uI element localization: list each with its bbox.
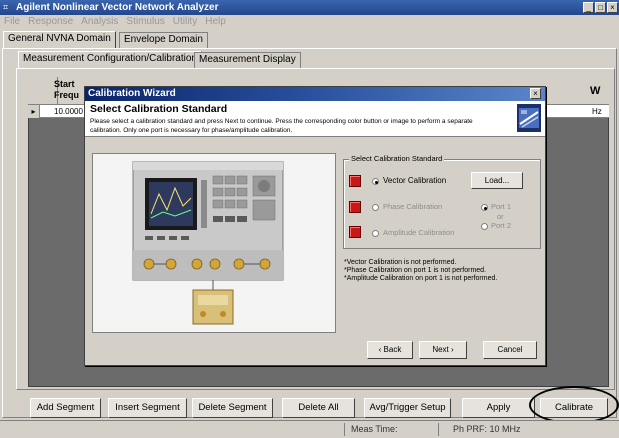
instrument-image[interactable]: [92, 153, 336, 333]
or-label: or: [497, 212, 504, 221]
cell-start-frequency[interactable]: 10.0000: [54, 106, 83, 117]
dialog-instructions: Please select a calibration standard and…: [90, 118, 473, 134]
menu-utility[interactable]: Utility: [169, 15, 201, 29]
dialog-heading: Select Calibration Standard: [90, 103, 228, 115]
menu-analysis[interactable]: Analysis: [77, 15, 122, 29]
calibration-wizard-dialog: Calibration Wizard × Select Calibration …: [84, 86, 546, 366]
close-icon[interactable]: ×: [607, 2, 618, 13]
port1-radio[interactable]: [481, 204, 488, 211]
column-header-frequ: Frequ: [54, 90, 80, 100]
amplitude-calibration-color-button[interactable]: [349, 226, 361, 238]
back-button[interactable]: ‹ Back: [367, 341, 413, 359]
cancel-button[interactable]: Cancel: [483, 341, 537, 359]
vector-calibration-label[interactable]: Vector Calibration: [383, 176, 446, 185]
port2-radio[interactable]: [481, 223, 488, 230]
port1-label: Port 1: [491, 202, 512, 211]
column-header-start-frequency[interactable]: Start Frequ: [54, 79, 79, 101]
title-bar: Agilent Nonlinear Vector Network Analyze…: [0, 0, 619, 15]
column-header-start: Start: [54, 79, 75, 89]
dialog-close-icon[interactable]: ×: [530, 88, 541, 99]
highlight-circle: [529, 386, 619, 424]
phase-calibration-label: Phase Calibration: [383, 202, 443, 211]
menu-response[interactable]: Response: [24, 15, 77, 29]
status-bar: Meas Time: Ph PRF: 10 MHz: [0, 420, 619, 438]
maximize-icon[interactable]: □: [595, 2, 606, 13]
dialog-header: Select Calibration Standard Please selec…: [85, 101, 545, 137]
dialog-title-bar: Calibration Wizard: [85, 87, 545, 101]
menu-help[interactable]: Help: [201, 15, 230, 29]
insert-segment-button[interactable]: Insert Segment: [108, 398, 187, 418]
apply-button[interactable]: Apply: [462, 398, 535, 418]
tab-measurement-configuration[interactable]: Measurement Configuration/Calibration: [18, 51, 202, 69]
column-header-w[interactable]: W: [590, 85, 600, 97]
tab-envelope-domain[interactable]: Envelope Domain: [119, 32, 208, 48]
amplitude-calibration-label: Amplitude Calibration: [383, 228, 455, 237]
app-icon: ⌗: [3, 2, 9, 12]
status-vector: *Vector Calibration is not performed.: [344, 259, 457, 266]
vector-calibration-radio[interactable]: [372, 178, 379, 185]
cell-units[interactable]: Hz: [592, 106, 602, 117]
port2-label: Port 2: [491, 221, 512, 230]
minimize-icon[interactable]: _: [583, 2, 594, 13]
status-meas-time: Meas Time:: [344, 423, 434, 436]
menu-file[interactable]: File: [0, 15, 24, 29]
dialog-title: Calibration Wizard: [88, 88, 176, 99]
avg-trigger-setup-button[interactable]: Avg/Trigger Setup: [364, 398, 451, 418]
calibration-status: *Vector Calibration is not performed. *P…: [344, 259, 497, 283]
status-amplitude: *Amplitude Calibration on port 1 is not …: [344, 275, 498, 282]
status-phase: *Phase Calibration on port 1 is not perf…: [344, 267, 487, 274]
delete-segment-button[interactable]: Delete Segment: [192, 398, 273, 418]
vector-calibration-color-button[interactable]: [349, 175, 361, 187]
application-window: Agilent Nonlinear Vector Network Analyze…: [0, 0, 619, 438]
amplitude-calibration-radio[interactable]: [372, 230, 379, 237]
add-segment-button[interactable]: Add Segment: [30, 398, 101, 418]
delete-all-button[interactable]: Delete All: [282, 398, 355, 418]
menu-stimulus[interactable]: Stimulus: [122, 15, 168, 29]
tab-general-nvna-domain[interactable]: General NVNA Domain: [3, 31, 116, 49]
window-title: Agilent Nonlinear Vector Network Analyze…: [16, 2, 219, 13]
tab-measurement-display[interactable]: Measurement Display: [194, 52, 301, 68]
phase-calibration-radio[interactable]: [372, 204, 379, 211]
phase-calibration-color-button[interactable]: [349, 201, 361, 213]
group-title: Select Calibration Standard: [349, 154, 445, 163]
menu-bar: File Response Analysis Stimulus Utility Help: [0, 15, 619, 29]
wizard-logo-icon: [517, 104, 541, 132]
load-button[interactable]: Load...: [471, 172, 523, 189]
status-ph-prf: Ph PRF: 10 MHz: [438, 423, 568, 436]
next-button[interactable]: Next ›: [419, 341, 467, 359]
row-selector-icon[interactable]: ▸: [28, 105, 40, 118]
